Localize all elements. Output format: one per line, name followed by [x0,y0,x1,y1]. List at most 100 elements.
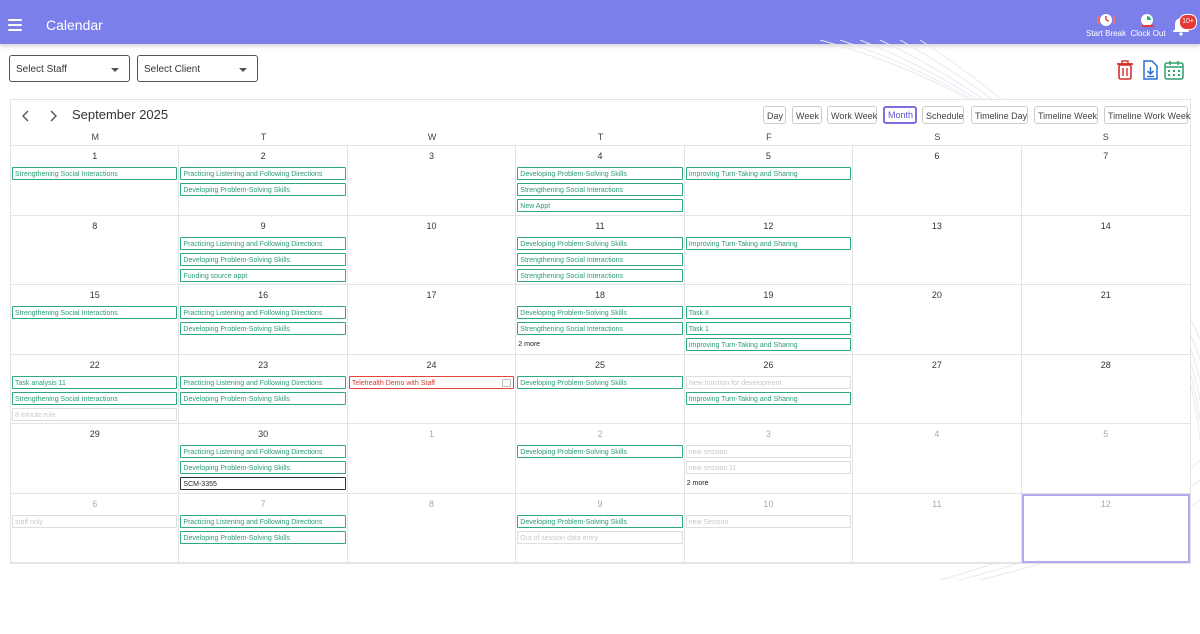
calendar-event[interactable]: Strengthening Social Interactions [517,252,683,266]
calendar-event[interactable]: new session 11 [685,461,852,474]
clock-out-button[interactable]: Clock Out [1130,13,1166,38]
day-number[interactable]: 17 [348,290,515,302]
day-cell[interactable]: 7 [1021,146,1190,216]
calendar-event[interactable]: Task 1 [685,322,852,335]
more-events-link[interactable]: 2 more [685,477,852,490]
client-select[interactable]: Select Client [137,55,258,82]
day-number[interactable]: 11 [516,221,683,233]
day-cell[interactable]: 16 Practicing Listening and Following Dir… [179,285,348,355]
calendar-event[interactable]: new session [685,445,852,458]
day-number[interactable]: 19 [685,290,852,302]
calendar-event[interactable]: Practicing Listening and Following Direc… [180,236,346,250]
view-week-button[interactable]: Week [792,106,822,124]
calendar-event[interactable]: Improving Turn-Taking and Sharing [685,236,852,250]
calendar-event[interactable]: Improving Turn-Taking and Sharing [685,167,852,180]
start-break-button[interactable]: Start Break [1085,13,1127,38]
day-number[interactable]: 29 [11,429,178,441]
day-number[interactable]: 2 [179,151,346,163]
view-timeline-work-week-button[interactable]: Timeline Work Week [1104,106,1190,124]
calendar-icon[interactable] [1164,60,1184,80]
calendar-event[interactable]: Strengthening Social Interactions [12,167,178,180]
calendar-event[interactable]: Developing Problem-Solving Skills [180,530,346,544]
hamburger-menu-icon[interactable] [8,19,22,31]
day-cell[interactable]: 2 Developing Problem-Solving Skills [516,424,685,494]
current-month-label[interactable]: September 2025 [72,107,168,122]
day-cell[interactable]: 24 Telehealth Demo with Staff [347,354,517,424]
day-cell[interactable]: 30 Practicing Listening and Following Dir… [179,424,348,494]
day-cell[interactable]: 10 new Session [684,493,854,563]
day-number[interactable]: 8 [11,221,178,233]
calendar-event[interactable]: Task II [685,306,852,319]
day-cell[interactable]: 27 [853,354,1022,424]
day-number[interactable]: 10 [348,221,515,233]
calendar-event[interactable]: Developing Problem-Solving Skills [517,375,683,389]
calendar-event[interactable]: Developing Problem-Solving Skills [180,461,346,474]
day-number[interactable]: 23 [179,360,346,372]
day-cell[interactable]: 11 [853,493,1022,563]
delete-icon[interactable] [1116,60,1134,80]
calendar-event[interactable]: Strengthening Social Interactions [12,306,178,319]
view-schedule-button[interactable]: Schedule [922,106,964,124]
day-number[interactable]: 12 [1022,499,1190,511]
calendar-event[interactable]: New function for development [685,375,852,389]
day-number[interactable]: 6 [853,151,1020,163]
calendar-event[interactable]: new Session [685,514,852,528]
day-cell[interactable]: 3 [347,146,517,216]
staff-select[interactable]: Select Staff [9,55,130,82]
day-cell[interactable]: 12 [1021,493,1190,563]
calendar-event[interactable]: Practicing Listening and Following Direc… [180,375,346,389]
day-cell[interactable]: 28 [1021,355,1190,424]
day-number[interactable]: 26 [685,360,852,372]
calendar-event[interactable]: Practicing Listening and Following Direc… [180,167,346,180]
calendar-event[interactable]: Developing Problem-Solving Skills [517,445,683,458]
day-number[interactable]: 3 [685,429,852,441]
day-cell[interactable]: 20 [853,285,1022,355]
calendar-event[interactable]: Improving Turn-Taking and Sharing [685,338,852,351]
calendar-event[interactable]: Out of session data entry [517,530,683,544]
day-number[interactable]: 4 [853,429,1020,441]
day-cell[interactable]: 5 Improving Turn-Taking and Sharing [684,146,854,216]
day-number[interactable]: 7 [1022,151,1190,163]
calendar-event[interactable]: Telehealth Demo with Staff [348,375,515,389]
day-number[interactable]: 3 [348,151,515,163]
day-number[interactable]: 13 [853,221,1020,233]
chevron-left-icon[interactable] [20,109,32,123]
day-number[interactable]: 9 [516,499,683,511]
day-number[interactable]: 30 [179,429,346,441]
day-number[interactable]: 18 [516,290,683,302]
day-cell[interactable]: 7 Practicing Listening and Following Dire… [179,493,348,563]
day-number[interactable]: 11 [853,499,1020,511]
day-number[interactable]: 16 [179,290,346,302]
day-cell[interactable]: 8 [347,493,517,563]
calendar-event[interactable]: Practicing Listening and Following Direc… [180,445,346,458]
day-number[interactable]: 5 [685,151,852,163]
day-cell[interactable]: 6 staff only [11,493,180,563]
day-cell[interactable]: 19 Task II Task 1 Improving Turn-Taking and… [684,285,854,355]
day-cell[interactable]: 11 Developing Problem-Solving Skills Stren… [516,215,685,285]
calendar-event[interactable]: Developing Problem-Solving Skills [180,252,346,266]
chevron-right-icon[interactable] [47,109,59,123]
day-cell[interactable]: 23 Practicing Listening and Following Dir… [179,354,348,424]
calendar-event[interactable]: Developing Problem-Solving Skills [517,514,683,528]
day-cell[interactable]: 8 [11,215,180,285]
day-number[interactable]: 12 [685,221,852,233]
calendar-event[interactable]: Strengthening Social Interactions [12,391,178,405]
day-cell[interactable]: 1 Strengthening Social Interactions [11,146,180,216]
day-cell[interactable]: 17 [347,285,517,355]
calendar-event[interactable]: Developing Problem-Solving Skills [180,391,346,405]
calendar-event[interactable]: staff only [12,514,178,528]
day-number[interactable]: 8 [348,499,515,511]
day-cell[interactable]: 2 Practicing Listening and Following Dire… [179,146,348,216]
calendar-event[interactable]: Task analysis 11 [12,375,178,389]
day-cell[interactable]: 26 New function for development Improving … [684,354,854,424]
day-number[interactable]: 24 [348,360,515,372]
day-number[interactable]: 10 [685,499,852,511]
view-timeline-day-button[interactable]: Timeline Day [971,106,1028,124]
calendar-event[interactable]: 8 minute rule [12,407,178,421]
calendar-event[interactable]: Strengthening Social Interactions [517,268,683,282]
calendar-event[interactable]: Practicing Listening and Following Direc… [180,514,346,528]
day-number[interactable]: 15 [11,290,178,302]
day-number[interactable]: 27 [853,360,1020,372]
day-cell[interactable]: 22 Task analysis 11 Strengthening Social I… [11,354,180,424]
download-icon[interactable] [1141,60,1159,80]
